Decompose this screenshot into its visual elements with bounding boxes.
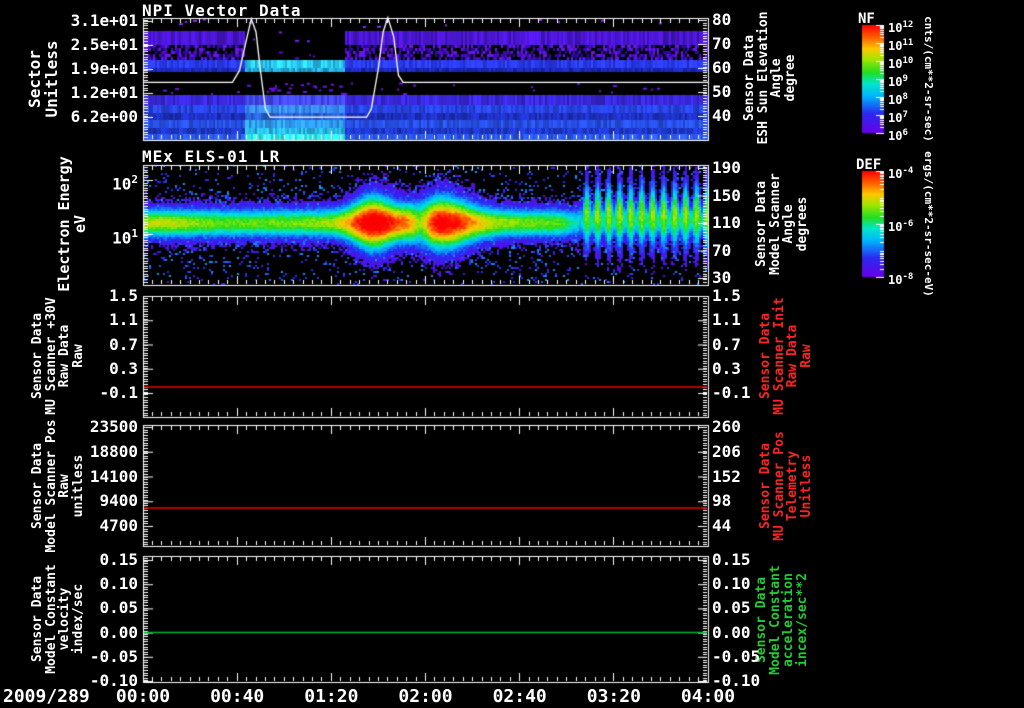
colorbar-tick-label: 10-8	[888, 272, 914, 287]
y-tick-label: -0.05	[712, 646, 761, 666]
y-tick-label: 14100	[89, 466, 138, 486]
y-tick-label: -0.05	[89, 646, 138, 666]
y-tick-label: 260	[712, 417, 741, 436]
y-tick-label: 1.2e+01	[70, 83, 138, 102]
y-tick-label: 206	[712, 441, 741, 461]
y-tick-label: 80	[712, 10, 732, 29]
y-tick-label: 0.05	[99, 598, 138, 618]
colorbar-tick-label: 108	[888, 92, 908, 107]
y-tick-label: 9400	[99, 491, 138, 511]
colorbar-tick-label: 1012	[888, 20, 914, 35]
y-tick-label: 44	[712, 516, 732, 535]
def-colorbar-units: ergs/(cm**2-sr-sec-eV)	[922, 151, 935, 297]
y-tick-label: 70	[712, 240, 732, 260]
y-tick-label: 102	[112, 173, 138, 194]
plot-canvas	[0, 0, 1024, 708]
y-tick-label: 0.15	[99, 550, 138, 569]
colorbar-tick-label: 1010	[888, 56, 914, 71]
y-tick-label: 1.5	[712, 286, 741, 305]
y-tick-label: 1.9e+01	[70, 59, 138, 78]
y-tick-label: 152	[712, 466, 741, 486]
colorbar-tick-label: 10-4	[888, 166, 914, 181]
colorbar-tick-label: 109	[888, 74, 908, 89]
def-colorbar-title: DEF	[856, 157, 882, 173]
y-tick-label: 2.5e+01	[70, 35, 138, 54]
y-tick-label: 0.00	[712, 622, 751, 642]
y-tick-label: -0.1	[99, 383, 138, 402]
y-tick-label: 3.1e+01	[70, 11, 138, 30]
y-tick-label: 40	[712, 106, 732, 125]
panel-1-title: NPI Vector Data	[142, 1, 302, 20]
x-tick-label: 03:20	[586, 686, 641, 707]
colorbar-tick-label: 10-6	[888, 219, 914, 234]
x-tick-label: 04:00	[680, 686, 736, 707]
colorbar-tick-label: 107	[888, 110, 908, 125]
y-tick-label: 0.7	[109, 334, 138, 354]
y-tick-label: 0.15	[712, 550, 751, 569]
y-tick-label: 98	[712, 491, 732, 511]
plot-stage: NPI Vector Data MEx ELS-01 LR Sector Uni…	[0, 0, 1024, 708]
y-tick-label: 0.10	[99, 574, 138, 594]
colorbar-tick-label: 106	[888, 128, 908, 143]
y-tick-label: 30	[712, 268, 732, 287]
y-tick-label: 50	[712, 82, 732, 101]
y-tick-label: 70	[712, 34, 732, 53]
y-tick-label: 150	[712, 185, 741, 205]
x-tick-label: 00:00	[115, 686, 171, 707]
y-tick-label: 101	[112, 227, 138, 248]
y-tick-label: 60	[712, 58, 732, 77]
y-tick-label: 4700	[99, 516, 138, 535]
y-tick-label: 0.05	[712, 598, 751, 618]
y-tick-label: 6.2e+00	[70, 107, 138, 126]
y-tick-label: -0.1	[712, 383, 751, 402]
y-tick-label: 0.00	[99, 622, 138, 642]
y-tick-label: 0.7	[712, 334, 741, 354]
y-tick-label: 0.3	[109, 358, 138, 378]
y-tick-label: 0.3	[712, 358, 741, 378]
y-tick-label: 1.1	[712, 310, 741, 330]
nf-colorbar-title: NF	[858, 11, 875, 27]
panel-2-title: MEx ELS-01 LR	[142, 147, 281, 166]
y-tick-label: 18800	[89, 441, 138, 461]
y-tick-label: 0.10	[712, 574, 751, 594]
x-tick-label: 00:40	[210, 686, 265, 707]
y-tick-label: 1.1	[109, 310, 138, 330]
p5-right-axis-label: Sensor Data Model Constant acceleration …	[754, 565, 810, 675]
x-tick-label: 01:20	[304, 686, 359, 707]
y-tick-label: 190	[712, 158, 741, 177]
x-tick-label: 02:40	[492, 686, 547, 707]
y-tick-label: 23500	[89, 417, 138, 436]
colorbar-tick-label: 1011	[888, 38, 914, 53]
y-tick-label: 1.5	[109, 286, 138, 305]
x-tick-label: 02:00	[398, 686, 453, 707]
y-tick-label: 110	[712, 213, 741, 232]
